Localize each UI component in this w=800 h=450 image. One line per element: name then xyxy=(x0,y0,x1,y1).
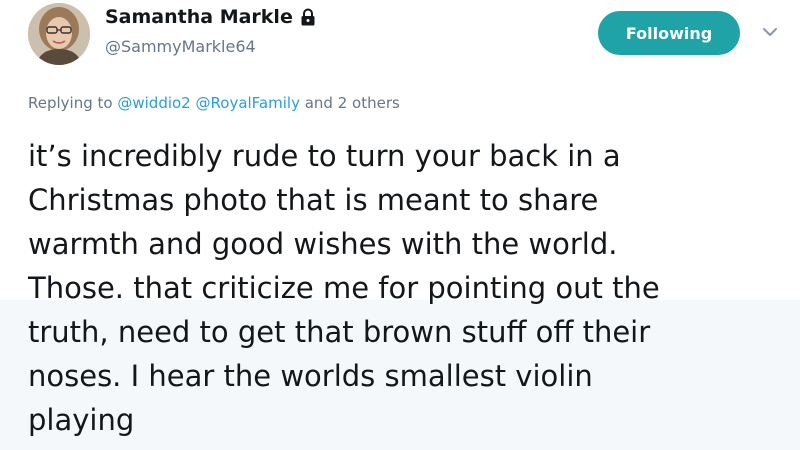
tweet-text-line: Those. that criticize me for pointing ou… xyxy=(28,271,660,305)
tweet-text-line: truth, need to get that brown stuff off … xyxy=(28,315,651,349)
tweet-text-line: playing xyxy=(28,403,135,437)
lock-icon xyxy=(301,8,315,26)
reply-context-others[interactable]: and 2 others xyxy=(305,94,400,112)
chevron-down-icon[interactable] xyxy=(762,26,778,38)
author-display-name[interactable]: Samantha Markle xyxy=(105,6,293,28)
mention-link[interactable]: @widdio2 xyxy=(117,94,190,112)
author-name-row[interactable]: Samantha Markle xyxy=(105,6,316,28)
tweet-text-line: noses. I hear the worlds smallest violin xyxy=(28,359,593,393)
tweet-text-line: Christmas photo that is meant to share xyxy=(28,183,599,217)
mention-link[interactable]: @RoyalFamily xyxy=(196,94,300,112)
author-handle[interactable]: @SammyMarkle64 xyxy=(105,37,256,56)
following-button-label: Following xyxy=(625,23,713,43)
tweet-text-line: it’s incredibly rude to turn your back i… xyxy=(28,139,621,173)
avatar[interactable] xyxy=(28,3,90,65)
following-button[interactable]: Following xyxy=(598,11,740,55)
reply-context-prefix: Replying to xyxy=(28,94,113,112)
tweet-text: it’s incredibly rude to turn your back i… xyxy=(28,134,788,442)
tweet-text-line: warmth and good wishes with the world. xyxy=(28,227,618,261)
user-avatar-photo-icon xyxy=(28,3,90,65)
reply-context: Replying to @widdio2 @RoyalFamily and 2 … xyxy=(28,94,400,112)
